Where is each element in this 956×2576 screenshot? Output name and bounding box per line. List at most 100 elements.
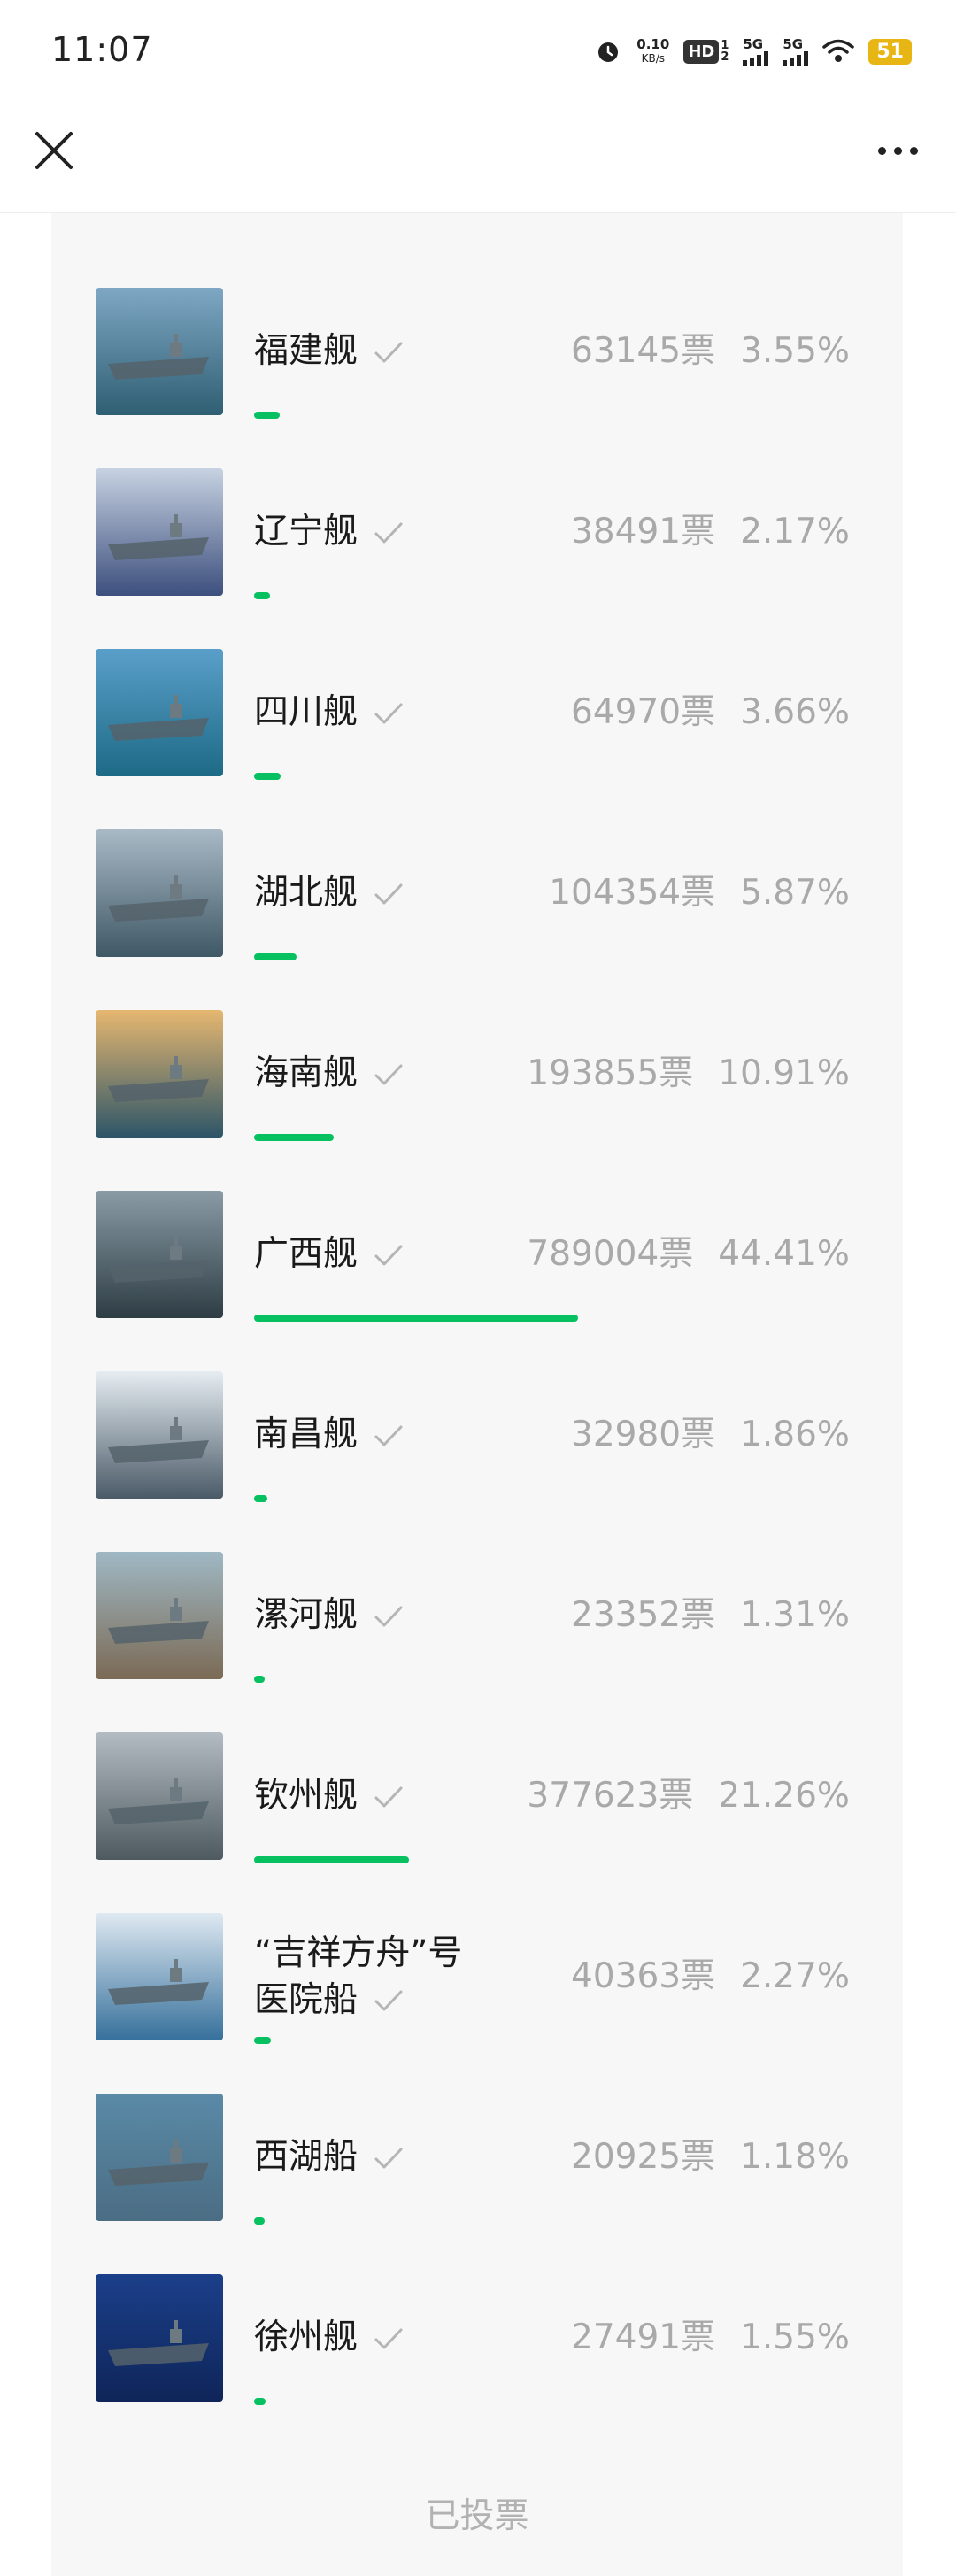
vote-option[interactable]: 福建舰 63145票 3.55% [51,213,903,419]
vote-option[interactable]: 漯河舰 23352票 1.31% [51,1477,903,1683]
hd-badge: HD [683,39,720,64]
option-votes: 27491票 1.55% [571,2313,850,2363]
vote-count: 27491票 [571,2318,716,2357]
check-icon [371,697,406,732]
check-icon [371,1984,406,2019]
vote-percent: 1.86% [740,1415,850,1454]
option-votes: 104354票 5.87% [549,868,850,918]
vote-option[interactable]: 辽宁舰 38491票 2.17% [51,394,903,599]
option-name: 漯河舰 [254,1595,358,1635]
vote-count: 63145票 [571,331,716,371]
ship-thumbnail [96,2274,223,2402]
check-icon [371,1600,406,1635]
check-icon [371,1058,406,1093]
signal-sim2-icon: 5G [783,35,809,66]
vote-option[interactable]: 西湖船 20925票 1.18% [51,2019,903,2225]
status-bar: 11:07 0.10 KB/s HD 12 5G 5G 51 [0,0,956,102]
option-votes: 32980票 1.86% [571,1410,850,1460]
vote-count: 32980票 [571,1415,716,1454]
vote-option[interactable]: 海南舰 193855票 10.91% [51,936,903,1141]
vote-count: 20925票 [571,2137,716,2177]
option-votes: 789004票 44.41% [527,1230,850,1279]
network-speed-unit: KB/s [641,52,665,65]
battery-icon: 51 [868,38,912,65]
option-votes: 64970票 3.66% [571,688,850,737]
option-name: 广西舰 [254,1234,358,1274]
vote-option[interactable]: 钦州舰 377623票 21.26% [51,1658,903,1863]
option-name: 海南舰 [254,1053,358,1093]
more-button[interactable] [866,128,929,173]
option-name: 福建舰 [254,331,358,371]
battery-level: 51 [876,40,904,63]
more-icon-dot [909,146,918,155]
vote-option[interactable]: 湖北舰 104354票 5.87% [51,755,903,960]
vote-option[interactable]: 四川舰 64970票 3.66% [51,575,903,780]
more-icon-dot [877,146,886,155]
check-icon [371,1419,406,1454]
vote-count: 104354票 [549,873,716,913]
vote-percent: 3.66% [740,692,850,732]
vote-percent: 21.26% [718,1776,850,1816]
network-speed: 0.10 KB/s [636,37,669,66]
option-votes: 377623票 21.26% [527,1771,850,1821]
wifi-icon [822,39,855,62]
check-icon [371,335,406,371]
network-speed-value: 0.10 [636,36,670,52]
option-votes: 40363票 2.27% [571,1952,850,2001]
check-icon [371,2322,406,2357]
sim2-label: 5G [783,35,804,52]
option-votes: 23352票 1.31% [571,1591,850,1640]
vote-results-card: 已投票 福建舰 63145票 3.55% 辽宁舰 38491票 2.17% 四川舰 64970… [51,213,903,2576]
vote-percent: 10.91% [718,1053,850,1093]
vote-count: 23352票 [571,1595,716,1635]
option-name: 南昌舰 [254,1415,358,1454]
option-name: 湖北舰 [254,873,358,913]
close-icon [35,132,73,169]
vote-option[interactable]: 南昌舰 32980票 1.86% [51,1297,903,1502]
vote-option[interactable]: 徐州舰 27491票 1.55% [51,2200,903,2405]
vote-percent: 1.18% [740,2137,850,2177]
check-icon [371,877,406,913]
vote-count: 64970票 [571,692,716,732]
close-button[interactable] [27,123,81,178]
status-time: 11:07 [51,30,153,69]
signal-sim1-icon: 5G [743,35,769,66]
option-name: 钦州舰 [254,1776,358,1816]
vote-percent: 3.55% [740,331,850,371]
sim1-label: 5G [743,35,764,52]
top-nav-bar [0,102,956,213]
vote-count: 789004票 [527,1234,694,1274]
option-name: 辽宁舰 [254,512,358,551]
option-name: 徐州舰 [254,2318,358,2357]
vote-progress-bar [254,2398,266,2405]
check-icon [371,1780,406,1816]
vote-option[interactable]: “吉祥方舟”号 医院船 40363票 2.27% [51,1839,903,2044]
vote-percent: 2.27% [740,1956,850,1996]
vote-percent: 44.41% [718,1234,850,1274]
option-votes: 20925票 1.18% [571,2133,850,2182]
option-name: 四川舰 [254,692,358,732]
option-name-line2: 医院船 [254,1980,358,2020]
more-icon-dot [893,146,902,155]
option-votes: 193855票 10.91% [527,1049,850,1099]
vote-percent: 2.17% [740,512,850,551]
check-icon [371,1238,406,1274]
vote-percent: 5.87% [740,873,850,913]
hd-indicator: HD 12 [683,39,729,64]
voted-label: 已投票 [425,2496,529,2536]
vote-count: 40363票 [571,1956,716,1996]
check-icon [371,516,406,551]
hd-sim-numbers: 12 [721,39,729,64]
check-icon [371,2141,406,2177]
vote-count: 38491票 [571,512,716,551]
option-name: 西湖船 [254,2137,358,2177]
vote-percent: 1.55% [740,2318,850,2357]
vote-count: 377623票 [527,1776,694,1816]
vote-option[interactable]: 广西舰 789004票 44.41% [51,1116,903,1322]
option-name: “吉祥方舟”号 [254,1933,463,1973]
alarm-icon [598,42,619,62]
status-icons: 0.10 KB/s HD 12 5G 5G 51 [594,34,912,69]
option-votes: 38491票 2.17% [571,507,850,557]
vote-percent: 1.31% [740,1595,850,1635]
option-votes: 63145票 3.55% [571,327,850,376]
